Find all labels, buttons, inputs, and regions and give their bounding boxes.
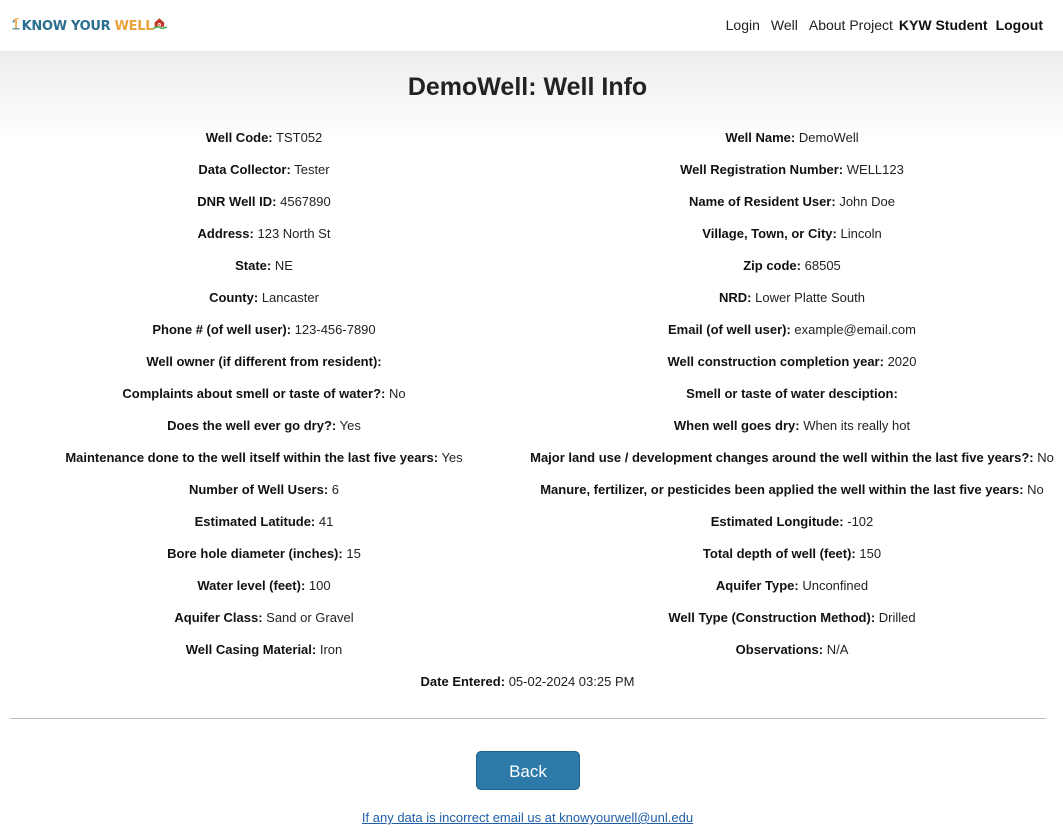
field-row: Does the well ever go dry?: Yes When wel… (0, 416, 1063, 436)
field-row: DNR Well ID: 4567890 Name of Resident Us… (0, 192, 1063, 212)
field-total-depth: Total depth of well (feet): 150 (702, 546, 882, 561)
field-row: Well Code: TST052 Well Name: DemoWell (0, 128, 1063, 148)
section-divider (10, 718, 1046, 719)
field-row: Phone # (of well user): 123-456-7890 Ema… (0, 320, 1063, 340)
field-construction-year: Well construction completion year: 2020 (667, 354, 917, 369)
field-row: Data Collector: Tester Well Registration… (0, 160, 1063, 180)
field-aquifer-type: Aquifer Type: Unconfined (715, 578, 869, 593)
top-navbar: KNOW YOUR WELL Login Well About Project … (0, 0, 1063, 52)
field-water-level: Water level (feet): 100 (197, 578, 331, 593)
page-title: DemoWell: Well Info (407, 73, 648, 101)
field-well-type: Well Type (Construction Method): Drilled (668, 610, 916, 625)
field-row: Number of Well Users: 6 Manure, fertiliz… (0, 480, 1063, 500)
field-casing-material: Well Casing Material: Iron (185, 642, 343, 657)
field-when-dry: When well goes dry: When its really hot (673, 418, 911, 433)
field-chemicals-applied: Manure, fertilizer, or pesticides been a… (540, 482, 1044, 497)
field-zip-code: Zip code: 68505 (743, 258, 841, 273)
field-row: Date Entered: 05-02-2024 03:25 PM (0, 672, 1063, 692)
field-row: Well Casing Material: Iron Observations:… (0, 640, 1063, 660)
field-row: Bore hole diameter (inches): 15 Total de… (0, 544, 1063, 564)
field-well-name: Well Name: DemoWell (725, 130, 859, 145)
field-number-of-users: Number of Well Users: 6 (188, 482, 340, 497)
field-row: County: Lancaster NRD: Lower Platte Sout… (0, 288, 1063, 308)
logo-wordmark: KNOW YOUR WELL (21, 19, 154, 34)
field-address: Address: 123 North St (197, 226, 331, 241)
field-row: Estimated Latitude: 41 Estimated Longitu… (0, 512, 1063, 532)
field-row: Water level (feet): 100 Aquifer Type: Un… (0, 576, 1063, 596)
field-well-owner: Well owner (if different from resident): (146, 354, 382, 369)
field-smell-complaints: Complaints about smell or taste of water… (122, 386, 406, 401)
field-row: Address: 123 North St Village, Town, or … (0, 224, 1063, 244)
field-phone: Phone # (of well user): 123-456-7890 (152, 322, 376, 337)
field-smell-description: Smell or taste of water desciption: (686, 386, 898, 401)
know-your-well-logo[interactable]: KNOW YOUR WELL (11, 8, 167, 36)
field-state: State: NE (235, 258, 293, 273)
field-bore-hole-diameter: Bore hole diameter (inches): 15 (167, 546, 361, 561)
field-observations: Observations: N/A (735, 642, 849, 657)
barn-icon (153, 18, 167, 30)
field-well-registration-number: Well Registration Number: WELL123 (680, 162, 904, 177)
field-resident-user: Name of Resident User: John Doe (689, 194, 895, 209)
logout-link[interactable]: Logout (996, 16, 1043, 34)
nav-well-link[interactable]: Well (771, 16, 798, 34)
field-date-entered: Date Entered: 05-02-2024 03:25 PM (420, 674, 635, 689)
field-well-goes-dry: Does the well ever go dry?: Yes (167, 418, 361, 433)
field-maintenance: Maintenance done to the well itself with… (65, 450, 463, 465)
field-email: Email (of well user): example@email.com (667, 322, 916, 337)
report-incorrect-data-link[interactable]: If any data is incorrect email us at kno… (0, 809, 1055, 827)
field-dnr-well-id: DNR Well ID: 4567890 (197, 194, 331, 209)
back-button[interactable]: Back (476, 751, 580, 790)
field-nrd: NRD: Lower Platte South (719, 290, 865, 305)
field-well-code: Well Code: TST052 (205, 130, 323, 145)
field-row: Complaints about smell or taste of water… (0, 384, 1063, 404)
field-latitude: Estimated Latitude: 41 (194, 514, 334, 529)
nav-login-link[interactable]: Login (726, 16, 760, 34)
field-row: Well owner (if different from resident):… (0, 352, 1063, 372)
field-county: County: Lancaster (209, 290, 319, 305)
field-row: Maintenance done to the well itself with… (0, 448, 1063, 468)
field-land-use-changes: Major land use / development changes aro… (530, 450, 1054, 465)
field-row: State: NE Zip code: 68505 (0, 256, 1063, 276)
current-user-name: KYW Student (898, 17, 988, 33)
nav-links: Login Well About Project KYW Student Log… (715, 16, 1043, 34)
nav-about-link[interactable]: About Project (809, 16, 893, 34)
field-aquifer-class: Aquifer Class: Sand or Gravel (174, 610, 354, 625)
field-longitude: Estimated Longitude: -102 (710, 514, 874, 529)
field-row: Aquifer Class: Sand or Gravel Well Type … (0, 608, 1063, 628)
field-city: Village, Town, or City: Lincoln (702, 226, 882, 241)
field-data-collector: Data Collector: Tester (198, 162, 330, 177)
